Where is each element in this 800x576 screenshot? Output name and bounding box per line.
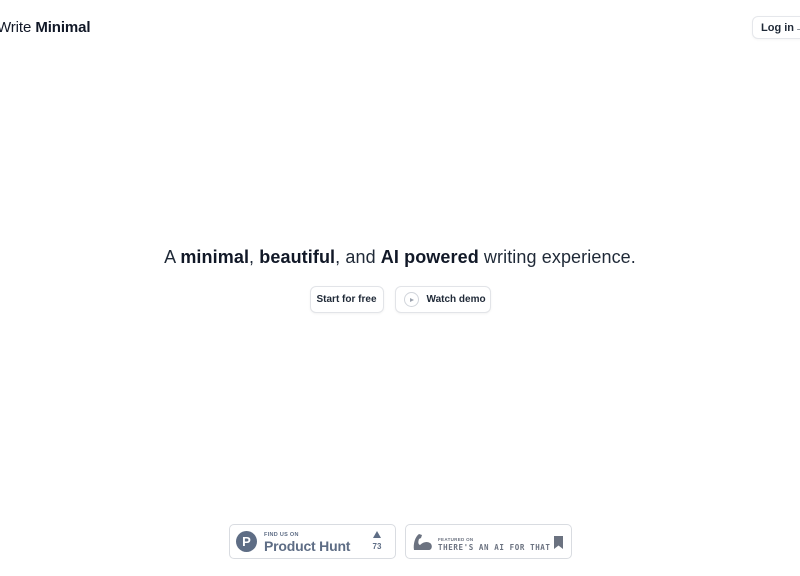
play-icon xyxy=(403,292,419,307)
login-button[interactable]: Log in → xyxy=(752,16,800,39)
tagline-emphasis: beautiful xyxy=(259,247,336,267)
upvote-counter: 73 xyxy=(371,531,383,551)
tagline-emphasis: minimal xyxy=(180,247,250,267)
arrow-right-icon: → xyxy=(795,22,800,34)
app-logo[interactable]: Write Minimal xyxy=(0,19,91,36)
product-hunt-title: Product Hunt xyxy=(264,538,351,554)
tagline-text: writing experience. xyxy=(478,247,636,267)
product-hunt-badge[interactable]: P FIND US ON Product Hunt 73 xyxy=(229,524,396,559)
cta-row: Start for free Watch demo xyxy=(0,286,800,313)
taaft-title: THERE'S AN AI FOR THAT xyxy=(438,543,551,552)
tagline-text: , and xyxy=(335,247,381,267)
logo-text-bold: Minimal xyxy=(35,19,91,36)
product-hunt-icon: P xyxy=(236,531,257,552)
upvote-count: 73 xyxy=(372,542,382,551)
tagline-text: , xyxy=(249,247,260,267)
login-label: Log in xyxy=(761,21,794,34)
taaft-caption: FEATURED ON xyxy=(438,537,474,542)
flexed-arm-icon xyxy=(413,534,432,550)
logo-text-light: Write xyxy=(0,19,32,36)
watch-demo-button[interactable]: Watch demo xyxy=(394,286,491,313)
start-label: Start for free xyxy=(316,294,377,305)
watch-demo-label: Watch demo xyxy=(426,294,486,305)
featured-badges: P FIND US ON Product Hunt 73 FEATURED ON… xyxy=(229,524,572,559)
start-for-free-button[interactable]: Start for free xyxy=(309,286,384,313)
hero-tagline: A minimal, beautiful, and AI powered wri… xyxy=(0,247,800,268)
tagline-emphasis: AI powered xyxy=(380,247,479,267)
bookmark-icon xyxy=(554,536,563,549)
upvote-triangle-icon xyxy=(373,531,381,538)
tagline-text: A xyxy=(164,247,181,267)
theres-an-ai-for-that-badge[interactable]: FEATURED ON THERE'S AN AI FOR THAT xyxy=(405,524,572,559)
